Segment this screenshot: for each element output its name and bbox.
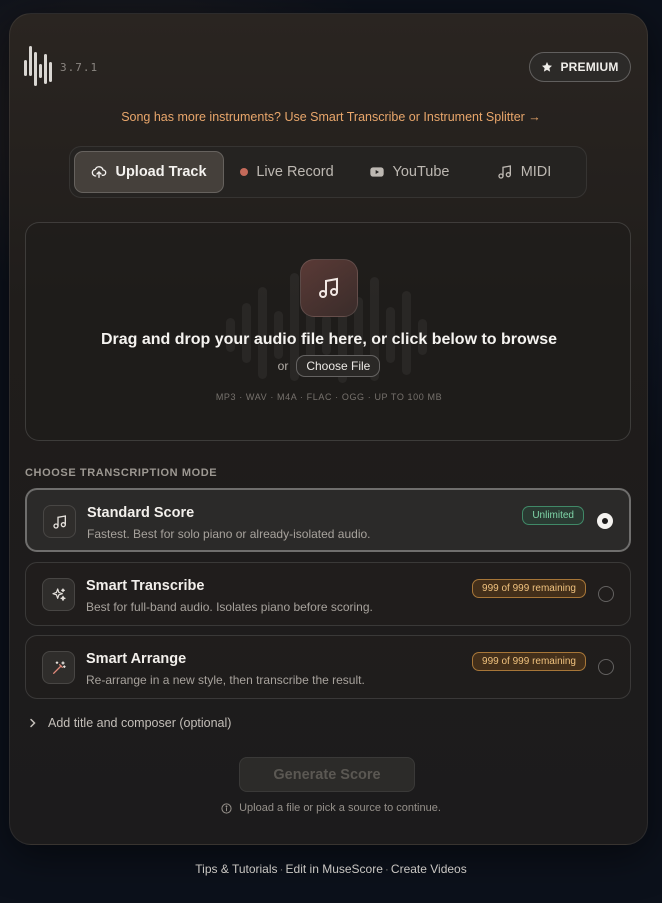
footer-links: Tips & Tutorials · Edit in MuseScore · Creat…	[0, 862, 662, 876]
mode-radio-selected[interactable]	[597, 513, 613, 529]
promo-link[interactable]: Song has more instruments? Use Smart Tra…	[0, 110, 662, 124]
tab-upload-track[interactable]: Upload Track	[74, 151, 224, 193]
add-title-composer-toggle[interactable]: Add title and composer (optional)	[28, 716, 231, 730]
mode-radio[interactable]	[598, 659, 614, 675]
tab-midi[interactable]: MIDI	[468, 151, 580, 193]
footer-link-videos[interactable]: Create Videos	[391, 862, 467, 876]
dropzone-title: Drag and drop your audio file here, or c…	[100, 331, 558, 348]
premium-label: PREMIUM	[560, 60, 619, 74]
chevron-right-icon	[30, 718, 36, 728]
music-note-icon	[43, 505, 76, 538]
generate-score-button[interactable]: Generate Score	[239, 757, 415, 792]
continue-hint: Upload a file or pick a source to contin…	[0, 802, 662, 814]
sparkles-icon	[42, 578, 75, 611]
hint-text: Upload a file or pick a source to contin…	[239, 802, 441, 814]
tab-label: Upload Track	[115, 164, 207, 180]
premium-button[interactable]: PREMIUM	[529, 52, 631, 82]
tab-label: MIDI	[520, 164, 552, 180]
mode-smart-transcribe[interactable]: Smart Transcribe Best for full-band audi…	[25, 562, 631, 626]
music-note-icon	[498, 165, 511, 179]
add-title-label: Add title and composer (optional)	[48, 716, 232, 730]
mode-title: Standard Score	[87, 505, 195, 521]
record-dot-icon	[240, 168, 249, 176]
remaining-badge: 999 of 999 remaining	[472, 579, 586, 598]
footer-separator: ·	[384, 862, 389, 876]
or-text: or	[277, 359, 289, 373]
mode-radio[interactable]	[598, 586, 614, 602]
dropzone-or-row: or Choose File	[26, 355, 630, 377]
footer-link-musescore[interactable]: Edit in MuseScore	[286, 862, 383, 876]
source-tabs: Upload Track Live Record YouTube MIDI	[69, 146, 587, 198]
unlimited-badge: Unlimited	[522, 506, 584, 525]
tab-live-record[interactable]: Live Record	[224, 151, 350, 193]
footer-separator: ·	[279, 862, 284, 876]
file-dropzone[interactable]: Drag and drop your audio file here, or c…	[25, 222, 631, 441]
supported-formats: MP3 · WAV · M4A · FLAC · OGG · UP TO 100…	[215, 392, 443, 402]
mode-description: Best for full-band audio. Isolates piano…	[86, 600, 373, 614]
remaining-badge: 999 of 999 remaining	[472, 652, 586, 671]
version-label: 3.7.1	[60, 61, 99, 74]
mode-heading: CHOOSE TRANSCRIPTION MODE	[25, 467, 218, 479]
mode-title: Smart Transcribe	[86, 578, 205, 594]
tab-label: YouTube	[392, 164, 450, 180]
mode-title: Smart Arrange	[86, 651, 187, 667]
tab-youtube[interactable]: YouTube	[350, 151, 468, 193]
magic-wand-icon	[42, 651, 75, 684]
youtube-icon	[369, 167, 384, 177]
upload-cloud-icon	[92, 166, 107, 178]
footer-link-tips[interactable]: Tips & Tutorials	[195, 862, 277, 876]
mode-smart-arrange[interactable]: Smart Arrange Re-arrange in a new style,…	[25, 635, 631, 699]
mode-standard-score[interactable]: Standard Score Fastest. Best for solo pi…	[25, 488, 631, 552]
mode-description: Fastest. Best for solo piano or already-…	[87, 527, 371, 541]
app-logo-icon	[24, 46, 54, 90]
star-icon	[542, 62, 553, 72]
music-file-icon	[300, 259, 358, 317]
info-icon	[221, 802, 232, 814]
tab-label: Live Record	[256, 164, 334, 180]
mode-description: Re-arrange in a new style, then transcri…	[86, 673, 365, 687]
choose-file-button[interactable]: Choose File	[296, 355, 381, 377]
